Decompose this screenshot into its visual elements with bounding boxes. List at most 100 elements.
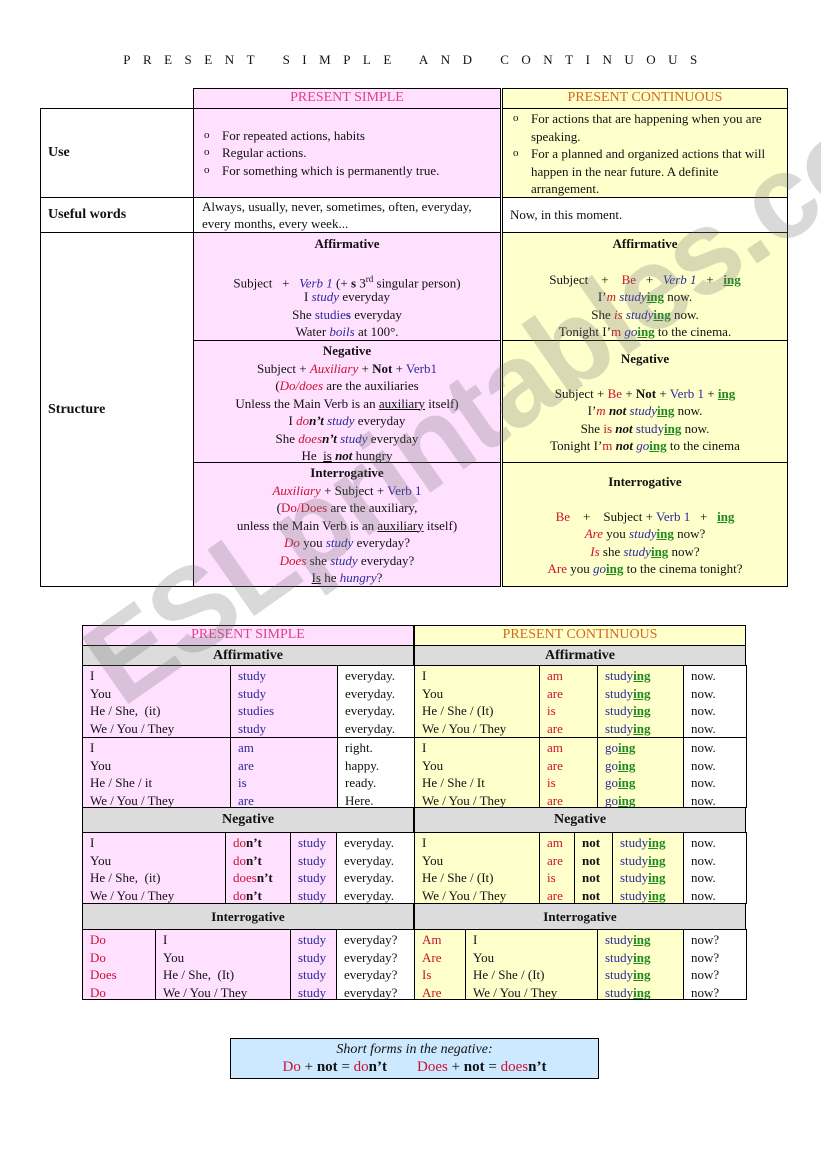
t2-ps-header: PRESENT SIMPLE	[82, 625, 414, 646]
text-segment: ing	[606, 561, 624, 576]
table-cell: study	[298, 984, 327, 1000]
table-cell: are	[547, 852, 563, 868]
text-segment: does	[233, 870, 257, 885]
example-line: Are you going to the cinema tonight?	[503, 560, 787, 578]
table-cell: We / You / They	[90, 792, 175, 808]
ps-affirmative-cell: Affirmative Subject + Verb 1 (+ s 3rd sin…	[193, 232, 501, 341]
text-segment: boils	[329, 324, 355, 339]
table-cell: now.	[691, 887, 716, 903]
text-segment: do	[296, 413, 310, 428]
text-segment: +	[447, 1059, 464, 1075]
text-segment: go	[605, 757, 618, 773]
text-segment: ing	[633, 703, 651, 718]
text-segment: ing	[618, 792, 636, 808]
table-cell: We / You / They	[422, 720, 507, 736]
text-segment: everyday?	[353, 535, 410, 550]
table-cell: Are	[422, 984, 442, 1000]
example-line: He is not hungry	[194, 447, 500, 463]
text-segment: +	[300, 1059, 317, 1075]
table-cell: is	[547, 703, 556, 718]
text-segment: I’	[597, 289, 607, 304]
pc-negative-cell: Negative Subject + Be + Not + Verb 1 + in…	[502, 340, 788, 463]
example-line: Water boils at 100°.	[194, 323, 500, 340]
table-cell: not	[582, 852, 601, 868]
text-segment: Not	[372, 360, 393, 376]
table-cell: are	[238, 757, 254, 773]
pc-aff2-column: I You He / She / It We / You / They	[414, 737, 540, 808]
table-cell: I	[163, 932, 168, 947]
text-segment: Not	[635, 385, 657, 401]
text-segment: are the auxiliary,	[327, 500, 418, 515]
use-pc-cell: For actions that are happening when you …	[502, 108, 788, 198]
text-segment: n’t	[246, 835, 262, 850]
ps-aff1-column: I You He / She, (it) We / You / They	[82, 665, 231, 738]
table-cell: everyday?	[344, 932, 398, 947]
text-segment: +	[636, 271, 663, 287]
text-segment: does	[500, 1059, 529, 1075]
table-cell: not	[582, 870, 601, 885]
text-segment: Do	[282, 1059, 301, 1075]
table-cell: I	[422, 740, 427, 755]
table-cell: now?	[691, 949, 720, 965]
pc-aff1-column: studying studying studying studying	[597, 665, 684, 738]
text-segment: He	[301, 448, 324, 463]
useful-ps: Always, usually, never, sometimes, often…	[193, 197, 501, 233]
text-segment: is	[603, 420, 612, 436]
table-cell: are	[547, 720, 563, 736]
negative-heading: Negative	[620, 351, 670, 366]
example-line: Is he hungry?	[194, 569, 500, 586]
ps-neg-column: everyday. everyday. everyday. everyday.	[336, 832, 415, 904]
affirmative-heading: Affirmative	[314, 236, 380, 251]
text-segment: not	[335, 448, 353, 463]
text-segment: ing	[648, 887, 666, 903]
text-segment: ing	[717, 508, 735, 524]
table-cell: study	[238, 720, 267, 736]
pc-affirmative-cell: Affirmative Subject + Be + Verb 1 + ing I’…	[502, 232, 788, 341]
text-segment: Verb 1	[669, 385, 705, 401]
text-segment: Tonight I’	[550, 438, 603, 453]
text-segment: hungry	[352, 448, 393, 463]
text-segment: study	[605, 703, 634, 718]
table-cell: everyday.	[345, 685, 396, 701]
text-segment: Be	[621, 271, 637, 287]
text-segment: everyday	[367, 430, 419, 446]
text-segment: n’t	[246, 852, 262, 868]
text-segment: Auxiliary	[272, 482, 321, 498]
ps-interrogative-cell: Interrogative Auxiliary + Subject + Verb …	[193, 462, 501, 587]
text-segment: study	[635, 420, 665, 436]
text-segment: ing	[656, 526, 674, 541]
table-cell: I	[90, 740, 95, 755]
table-cell: now.	[691, 835, 716, 850]
text-segment: Unless the Main Verb is an	[235, 395, 379, 411]
text-segment: are the auxiliaries	[323, 378, 419, 393]
text-segment: study	[619, 289, 647, 304]
text-segment: auxiliary	[377, 517, 424, 533]
table-cell: I	[90, 668, 95, 683]
text-segment: not	[615, 438, 633, 453]
text-segment: do	[233, 835, 246, 850]
example-line: Be + Subject + Verb 1 + ing	[503, 508, 787, 526]
example-line: She is not studying now.	[503, 420, 787, 438]
table-cell: Am	[422, 932, 442, 947]
pc-neg-column: not not not not	[574, 832, 613, 904]
text-segment: n’t	[246, 887, 262, 903]
text-segment: study	[620, 852, 649, 868]
text-segment: +	[392, 360, 406, 376]
t2-pc-header: PRESENT CONTINUOUS	[414, 625, 746, 646]
example-line: (Do/Does are the auxiliary,	[194, 499, 500, 517]
text-segment: I’	[587, 403, 597, 418]
text-segment: study	[605, 967, 634, 982]
example-line: She is studying now.	[503, 306, 787, 324]
text-segment: now?	[673, 526, 706, 541]
text-segment: ing	[618, 775, 636, 790]
ps-negative-cell: Negative Subject + Auxiliary + Not + Verb…	[193, 340, 501, 463]
table-cell: everyday.	[345, 703, 396, 718]
pc-aff2-column: am are is are	[539, 737, 598, 808]
table-cell: are	[547, 887, 563, 903]
pc-interrogative-cell: Interrogative Be + Subject + Verb 1 + ing…	[502, 462, 788, 587]
text-segment: +	[656, 385, 670, 401]
text-segment: Verb 1	[662, 271, 697, 287]
text-segment: unless the Main Verb is an	[236, 517, 378, 533]
text-segment: go	[605, 740, 618, 755]
text-segment: Verb 1	[655, 508, 691, 524]
